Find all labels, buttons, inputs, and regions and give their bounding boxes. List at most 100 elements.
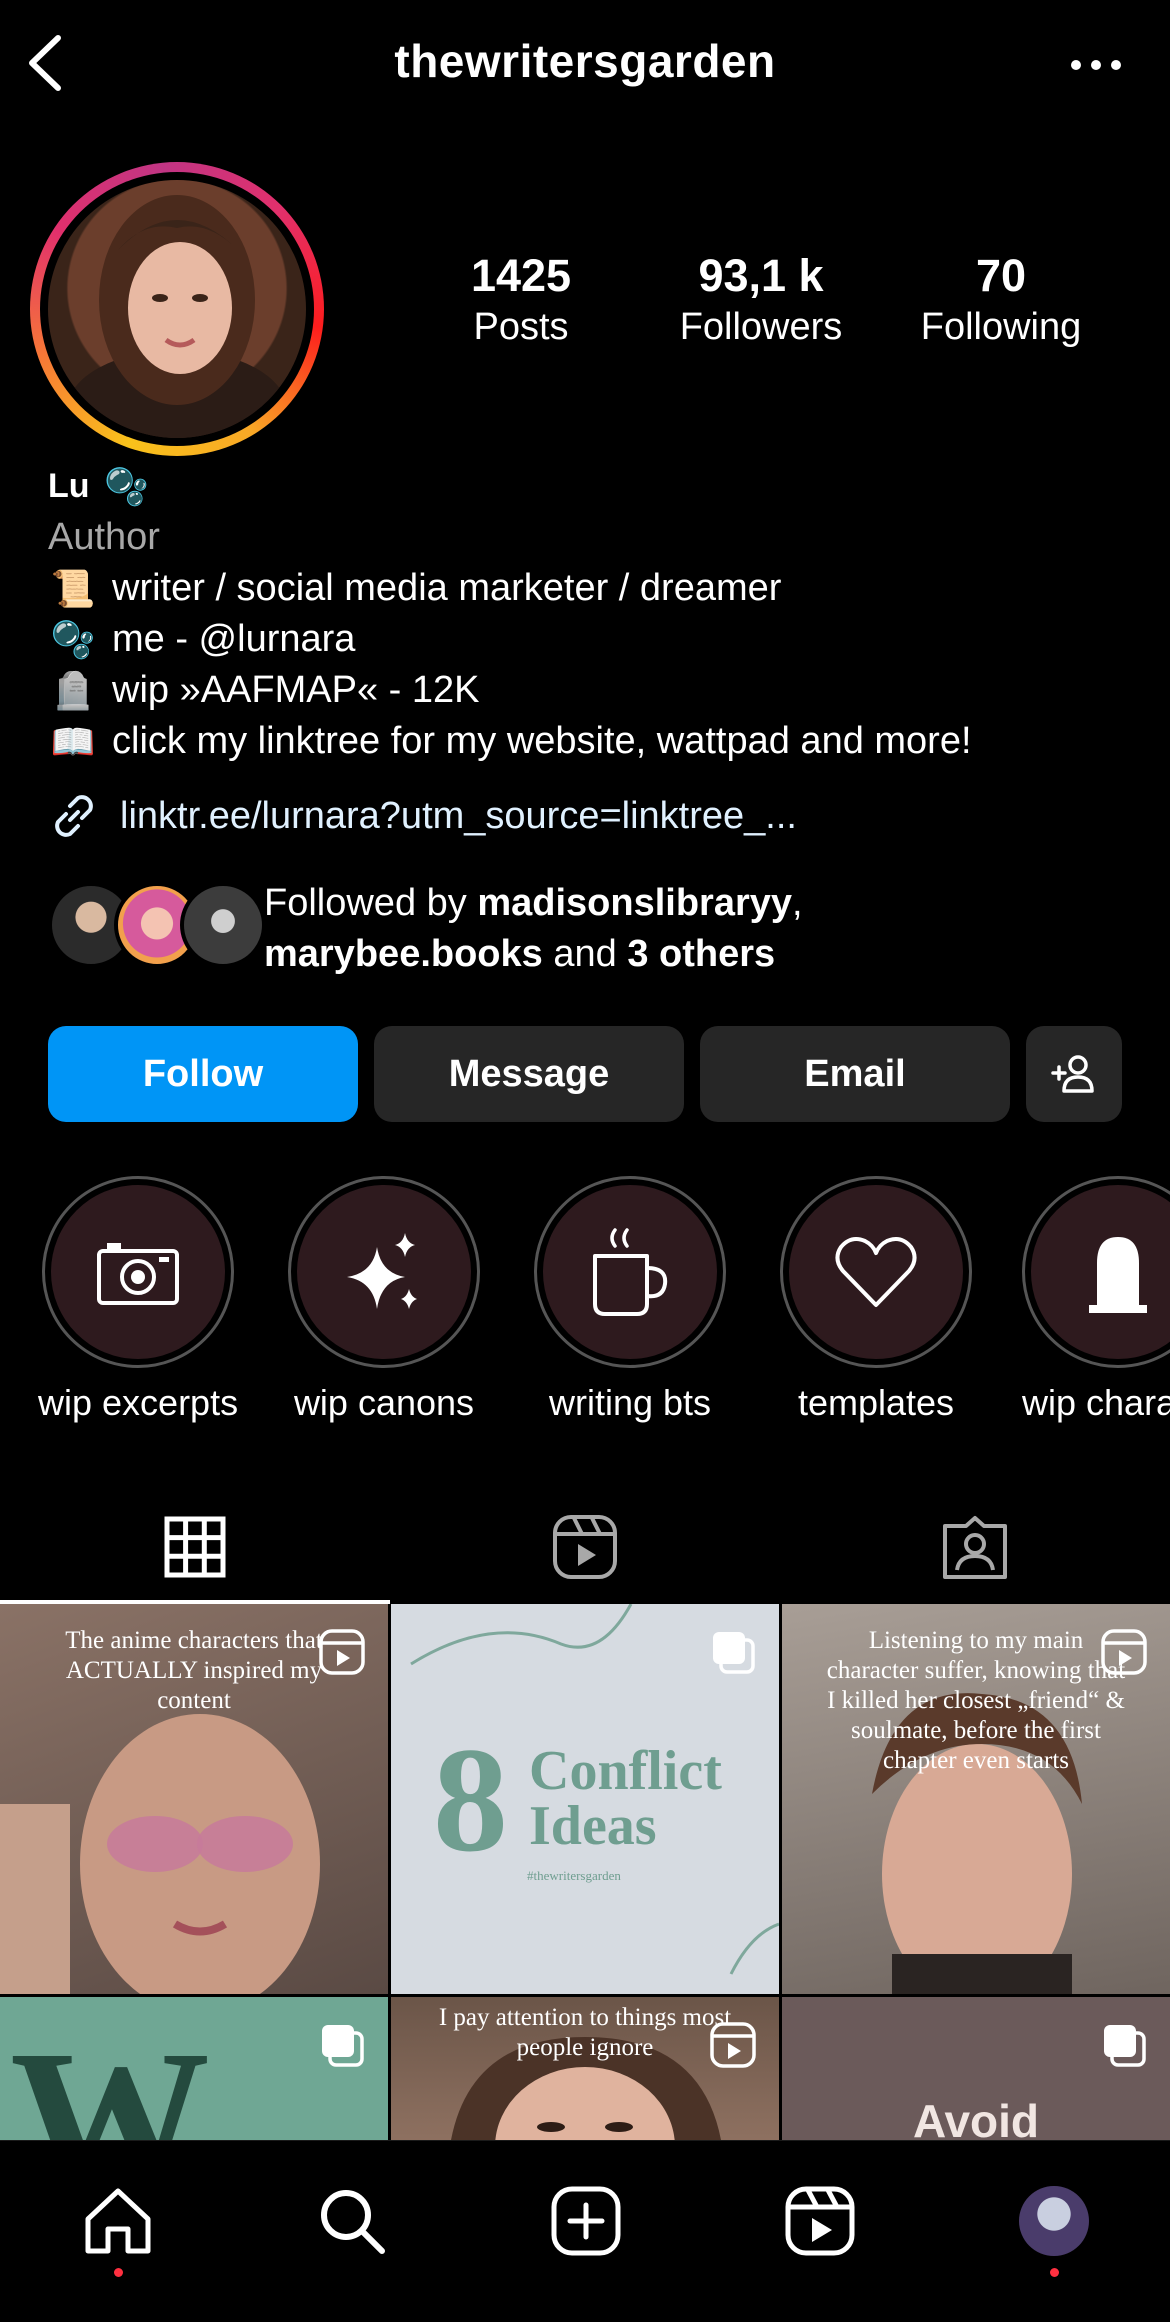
- nav-reels[interactable]: [780, 2181, 860, 2261]
- followed-by-comma: ,: [792, 882, 803, 924]
- follow-button[interactable]: Follow: [48, 1026, 358, 1122]
- post-title-letter: W: [10, 2010, 210, 2140]
- coffee-mug-icon: [593, 1228, 668, 1316]
- add-person-icon: [1051, 1055, 1094, 1093]
- bio-line: 🪦 wip »AAFMAP« - 12K: [48, 665, 1148, 716]
- following-stat[interactable]: 70 Following: [891, 250, 1111, 349]
- followed-by-text: Followed by madisonslibraryy, marybee.bo…: [264, 878, 803, 980]
- following-label: Following: [920, 306, 1082, 348]
- mutual-follower-avatar: [180, 882, 266, 968]
- svg-text:#thewritersgarden: #thewritersgarden: [527, 1868, 621, 1883]
- highlight-wip-chara[interactable]: wip chara: [1022, 1176, 1170, 1424]
- notification-dot: [1050, 2268, 1059, 2277]
- highlight-templates[interactable]: templates: [776, 1176, 976, 1424]
- bio-line: 📖 click my linktree for my website, watt…: [48, 716, 1148, 767]
- following-count: 70: [975, 250, 1027, 301]
- profile-bio: Lu 🫧 Author 📜 writer / social media mark…: [48, 460, 1148, 767]
- post-title-line: Ideas: [529, 1795, 657, 1857]
- tab-reels[interactable]: [390, 1490, 780, 1604]
- highlight-wip-excerpts[interactable]: wip excerpts: [38, 1176, 238, 1424]
- posts-stat[interactable]: 1425 Posts: [411, 250, 631, 349]
- svg-text:8: 8: [433, 1717, 508, 1883]
- more-dots-icon: [1071, 60, 1121, 70]
- profile-avatar-story-ring[interactable]: [30, 162, 324, 456]
- nav-home[interactable]: [78, 2181, 158, 2277]
- profile-name: Lu: [48, 466, 90, 505]
- message-button[interactable]: Message: [374, 1026, 684, 1122]
- profile-name-row: Lu 🫧: [48, 460, 1148, 512]
- nav-profile[interactable]: [1014, 2181, 1094, 2277]
- profile-tabs: [0, 1490, 1170, 1604]
- highlight-label: wip canons: [293, 1382, 475, 1423]
- carousel-icon: [713, 1632, 755, 1674]
- bio-line-text: wip »AAFMAP« - 12K: [112, 669, 480, 711]
- profile-avatar: [1019, 2186, 1089, 2256]
- post-thumbnail[interactable]: The anime characters that ACTUALLY inspi…: [0, 1604, 388, 1994]
- nav-search[interactable]: [312, 2181, 392, 2261]
- mutual-follower-name[interactable]: madisonslibraryy: [477, 882, 792, 924]
- more-options-button[interactable]: [1066, 40, 1126, 90]
- sparkles-icon: [347, 1233, 417, 1309]
- bubbles-emoji: 🫧: [104, 465, 149, 507]
- email-button[interactable]: Email: [700, 1026, 1010, 1122]
- carousel-icon: [322, 2025, 364, 2067]
- post-grid: The anime characters that ACTUALLY inspi…: [0, 1604, 1170, 2140]
- followed-by[interactable]: Followed by madisonslibraryy, marybee.bo…: [48, 878, 1148, 988]
- reels-icon: [553, 1515, 617, 1579]
- bio-line-text[interactable]: me - @lurnara: [112, 614, 355, 665]
- notification-dot: [114, 2268, 123, 2277]
- carousel-icon: [1104, 2025, 1146, 2067]
- bio-line-text: writer / social media marketer / dreamer: [112, 567, 782, 609]
- bio-line: 📜 writer / social media marketer / dream…: [48, 563, 1148, 614]
- profile-link-text[interactable]: linktr.ee/lurnara?utm_source=linktree_..…: [120, 795, 797, 838]
- followed-by-prefix: Followed by: [264, 882, 478, 924]
- open-book-emoji: 📖: [50, 721, 96, 762]
- bottom-navigation: [0, 2140, 1170, 2322]
- create-icon: [551, 2186, 621, 2256]
- profile-avatar: [48, 180, 306, 438]
- followers-count: 93,1 k: [698, 250, 824, 301]
- post-title-line: Conflict: [529, 1740, 722, 1802]
- posts-count: 1425: [470, 250, 572, 301]
- post-thumbnail[interactable]: Avoid: [782, 1997, 1170, 2140]
- suggested-users-button[interactable]: [1026, 1026, 1122, 1122]
- reel-icon: [710, 2022, 756, 2068]
- highlight-label: wip excerpts: [38, 1382, 239, 1423]
- top-bar: thewritersgarden: [0, 0, 1170, 130]
- followers-label: Followers: [679, 306, 843, 348]
- mutual-follower-name[interactable]: marybee.books: [264, 933, 543, 975]
- highlight-writing-bts[interactable]: writing bts: [530, 1176, 730, 1424]
- tab-grid[interactable]: [0, 1490, 390, 1604]
- post-thumbnail[interactable]: I pay attention to things most people ig…: [391, 1997, 779, 2140]
- reel-icon: [319, 1629, 365, 1675]
- reel-icon: [1101, 1629, 1147, 1675]
- nav-create[interactable]: [546, 2181, 626, 2261]
- highlight-wip-canons[interactable]: wip canons: [284, 1176, 484, 1424]
- profile-category: Author: [48, 516, 160, 558]
- followed-by-and: and: [542, 933, 628, 975]
- post-title-word: Avoid: [913, 2095, 1039, 2140]
- heart-icon: [835, 1237, 917, 1307]
- post-thumbnail[interactable]: 8 Conflict Ideas #thewritersgarden: [391, 1604, 779, 1994]
- post-thumbnail[interactable]: Listening to my main character suffer, k…: [782, 1604, 1170, 1994]
- mutual-follower-others[interactable]: 3 others: [627, 933, 775, 975]
- highlight-label: templates: [797, 1382, 955, 1423]
- post-thumbnail[interactable]: W: [0, 1997, 388, 2140]
- link-icon: [55, 795, 93, 837]
- grid-icon: [164, 1516, 226, 1578]
- tombstone-icon: [1089, 1237, 1147, 1313]
- tab-tagged[interactable]: [780, 1490, 1170, 1604]
- reels-icon: [785, 2186, 855, 2256]
- tagged-icon: [943, 1516, 1007, 1579]
- headstone-emoji: 🪦: [50, 670, 96, 711]
- profile-link[interactable]: linktr.ee/lurnara?utm_source=linktree_..…: [48, 790, 797, 842]
- bio-line-text: click my linktree for my website, wattpa…: [112, 720, 972, 762]
- bubbles-emoji: 🫧: [50, 619, 96, 660]
- home-icon: [85, 2188, 151, 2254]
- search-icon: [321, 2190, 385, 2254]
- scroll-emoji: 📜: [50, 568, 96, 609]
- highlight-label: writing bts: [548, 1382, 712, 1423]
- posts-label: Posts: [473, 306, 569, 348]
- followers-stat[interactable]: 93,1 k Followers: [651, 250, 871, 349]
- highlight-label: wip chara: [1022, 1382, 1170, 1423]
